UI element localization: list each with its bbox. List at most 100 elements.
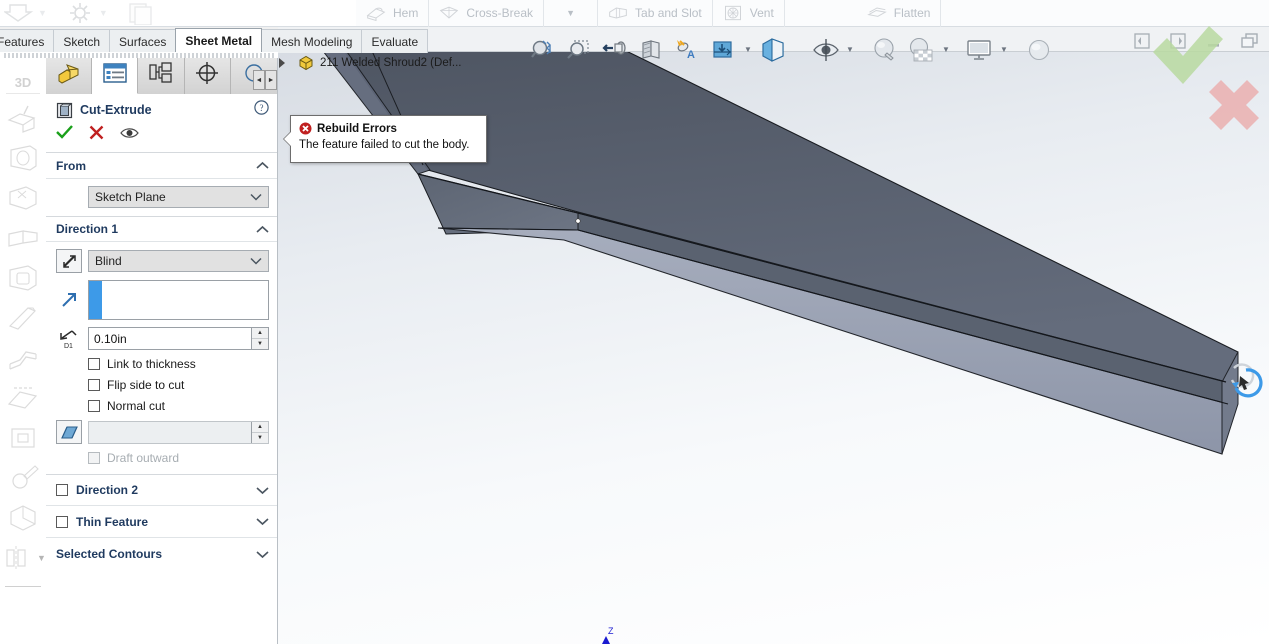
model-vertex-point xyxy=(575,218,581,224)
tab-evaluate[interactable]: Evaluate xyxy=(361,29,429,53)
closed-corner-icon[interactable] xyxy=(6,422,40,454)
sketch-3d-button[interactable]: 3D xyxy=(6,72,40,94)
flip-side-to-cut-checkbox[interactable] xyxy=(88,379,100,391)
flip-side-to-cut-label: Flip side to cut xyxy=(107,378,185,392)
edge-flange-icon[interactable] xyxy=(6,222,40,254)
display-style-dropdown[interactable]: ▼ xyxy=(742,33,754,67)
section-header-selected-contours[interactable]: Selected Contours xyxy=(46,538,277,570)
direction2-checkbox[interactable] xyxy=(56,484,68,496)
view-cube-icon xyxy=(762,37,784,62)
insert-bends-icon[interactable] xyxy=(4,1,34,25)
ribbon-item-flatten[interactable]: Flatten xyxy=(857,0,942,27)
view-settings-dropdown[interactable]: ▼ xyxy=(998,33,1010,67)
depth-input[interactable]: 0.10in ▲ ▼ xyxy=(88,327,269,350)
help-button[interactable]: ? xyxy=(254,100,269,120)
sphere-button[interactable] xyxy=(1022,33,1056,67)
ribbon-overflow-dropdown[interactable]: ▼ xyxy=(544,0,599,27)
break-corner-icon[interactable] xyxy=(6,502,40,534)
detailed-preview-button[interactable] xyxy=(120,126,139,145)
tab-surfaces[interactable]: Surfaces xyxy=(109,29,177,53)
draft-outward-checkbox xyxy=(88,452,100,464)
hide-show-items-button[interactable] xyxy=(808,33,842,67)
jog-icon[interactable] xyxy=(6,342,40,374)
base-flange-icon[interactable] xyxy=(6,102,40,134)
normal-cut-checkbox[interactable] xyxy=(88,400,100,412)
confirmation-corner[interactable] xyxy=(1131,22,1261,140)
chevron-down-icon xyxy=(250,193,262,201)
previous-view-button[interactable] xyxy=(598,33,632,67)
manager-tab-next-button[interactable]: ► xyxy=(265,70,277,90)
manager-tab-prev-button[interactable]: ◄ xyxy=(253,70,265,90)
miter-flange-icon[interactable] xyxy=(6,262,40,294)
flatten-icon[interactable] xyxy=(0,542,34,574)
feature-tree-root[interactable]: 211 Welded Shroud2 (Def... xyxy=(298,55,462,71)
ribbon-item-vent[interactable]: Vent xyxy=(713,0,785,27)
ribbon-item-hem[interactable]: Hem xyxy=(356,0,430,27)
section-header-thin-feature[interactable]: Thin Feature xyxy=(46,506,277,538)
toolbar-divider xyxy=(5,586,41,587)
tab-features[interactable]: Features xyxy=(0,29,55,53)
property-manager-tab[interactable] xyxy=(92,52,139,94)
cut-extrude-icon xyxy=(56,102,73,118)
depth-spinner[interactable]: ▲ ▼ xyxy=(251,328,268,349)
start-condition-value: Sketch Plane xyxy=(95,190,166,204)
zoom-to-area-button[interactable] xyxy=(562,33,596,67)
link-to-thickness-checkbox[interactable] xyxy=(88,358,100,370)
draft-angle-input[interactable]: ▲ ▼ xyxy=(88,420,269,444)
lofted-bend-icon[interactable] xyxy=(6,182,40,214)
sheet-icon[interactable] xyxy=(124,1,158,25)
welded-corner-icon[interactable] xyxy=(6,462,40,494)
cancel-button[interactable] xyxy=(89,125,104,145)
configuration-manager-tab[interactable] xyxy=(138,52,185,94)
tab-sheet-metal[interactable]: Sheet Metal xyxy=(175,28,263,53)
dropdown-caret-icon[interactable]: ▼ xyxy=(99,8,108,18)
view-settings-button[interactable] xyxy=(962,33,996,67)
sketched-bend-icon[interactable] xyxy=(6,382,40,414)
reverse-direction-button[interactable] xyxy=(56,249,82,273)
section-view-button[interactable] xyxy=(634,33,668,67)
apply-scene-button[interactable] xyxy=(904,33,938,67)
property-manager-icon xyxy=(103,62,127,83)
reverse-direction-icon xyxy=(62,254,76,268)
confirm-x-icon xyxy=(1209,80,1259,130)
ribbon-item-tab-and-slot[interactable]: Tab and Slot xyxy=(598,0,713,27)
ribbon-label: Hem xyxy=(393,6,419,20)
apply-scene-dropdown[interactable]: ▼ xyxy=(940,33,952,67)
convert-to-sheet-metal-icon[interactable] xyxy=(6,142,40,174)
edit-appearance-button[interactable] xyxy=(868,33,902,67)
configuration-manager-icon xyxy=(149,62,172,83)
flip-side-to-cut-row[interactable]: Flip side to cut xyxy=(88,378,269,392)
section-header-direction2[interactable]: Direction 2 xyxy=(46,474,277,506)
view-cube-button[interactable] xyxy=(756,33,790,67)
tab-mesh-modeling[interactable]: Mesh Modeling xyxy=(261,29,363,53)
thin-feature-checkbox[interactable] xyxy=(56,515,68,528)
dropdown-caret-icon[interactable]: ▼ xyxy=(37,553,46,563)
ribbon-label: Tab and Slot xyxy=(635,6,702,20)
normal-cut-row[interactable]: Normal cut xyxy=(88,399,269,413)
hide-show-dropdown[interactable]: ▼ xyxy=(844,33,856,67)
gear-icon[interactable] xyxy=(65,1,95,25)
dimxpert-manager-tab[interactable] xyxy=(184,52,231,94)
draft-angle-spinner[interactable]: ▲ ▼ xyxy=(251,421,268,443)
tree-expand-arrow[interactable] xyxy=(279,58,285,68)
direction-of-extrusion-selectbox[interactable] xyxy=(88,280,269,320)
feature-manager-tree-tab[interactable] xyxy=(46,52,93,94)
dimxpert-manager-icon xyxy=(196,62,219,84)
section-header-from[interactable]: From xyxy=(46,153,277,179)
chevron-down-icon xyxy=(256,518,269,526)
tab-scroll-strip[interactable] xyxy=(0,52,278,58)
section-header-direction1[interactable]: Direction 1 xyxy=(46,216,277,242)
ribbon-item-cross-break[interactable]: Cross-Break xyxy=(429,0,545,27)
link-to-thickness-row[interactable]: Link to thickness xyxy=(88,357,269,371)
start-condition-dropdown[interactable]: Sketch Plane xyxy=(88,186,269,208)
end-condition-dropdown[interactable]: Blind xyxy=(88,250,269,272)
dropdown-caret-icon[interactable]: ▼ xyxy=(38,8,47,18)
display-style-button[interactable] xyxy=(706,33,740,67)
chevron-down-icon xyxy=(256,486,269,494)
ok-button[interactable] xyxy=(56,125,73,145)
draft-on-off-button[interactable] xyxy=(56,420,82,444)
zoom-to-fit-button[interactable] xyxy=(526,33,560,67)
view-orientation-button[interactable]: A xyxy=(670,33,704,67)
hem-icon[interactable] xyxy=(6,302,40,334)
tab-sketch[interactable]: Sketch xyxy=(53,29,111,53)
